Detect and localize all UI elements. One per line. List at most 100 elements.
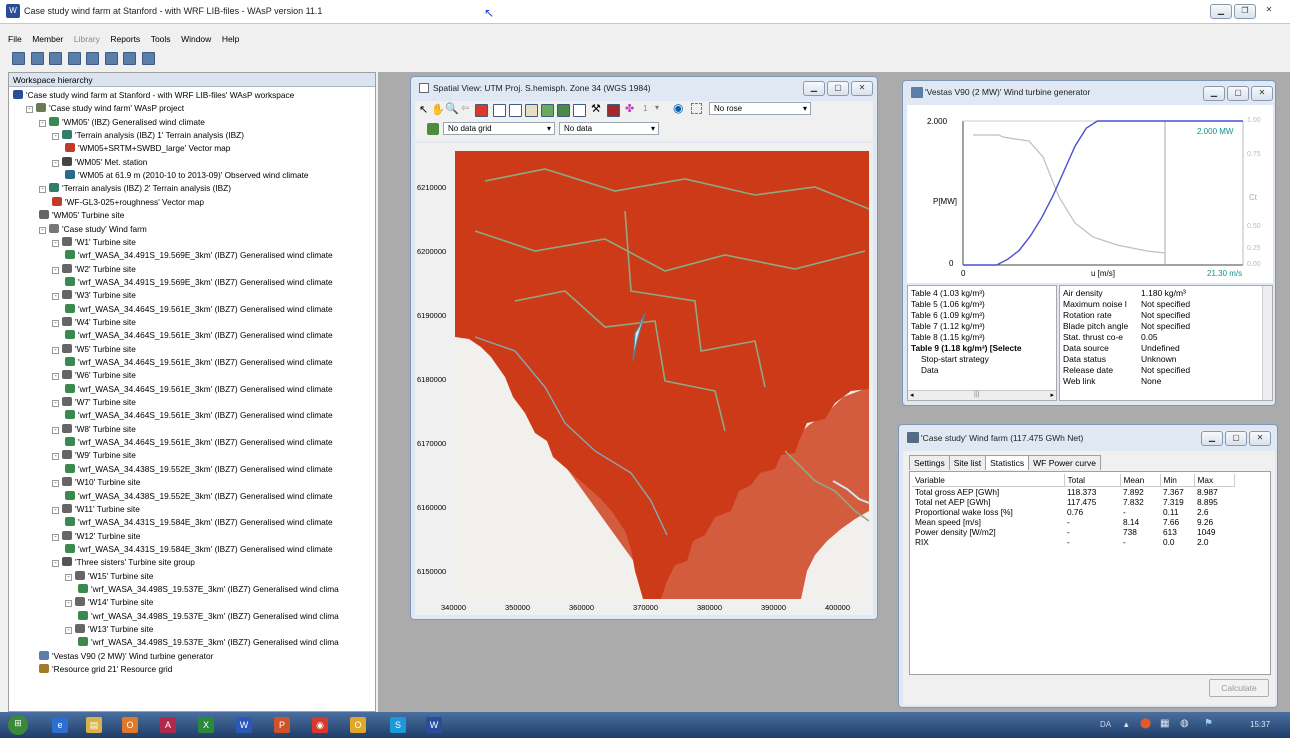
tree-node[interactable]: - 'WM05' Met. station bbox=[52, 156, 147, 168]
layer-7-icon[interactable] bbox=[607, 104, 620, 117]
power-table-item[interactable]: Stop-start strategy bbox=[911, 354, 1053, 365]
tree-expander-icon[interactable]: - bbox=[52, 506, 59, 514]
tree-expander-icon[interactable]: - bbox=[52, 533, 59, 541]
menu-window[interactable]: Window bbox=[181, 34, 211, 44]
tree-expander-icon[interactable]: - bbox=[52, 480, 59, 488]
property-row[interactable]: Stat. thrust co-e 0.05 bbox=[1060, 332, 1193, 343]
tree-node[interactable]: - 'W2' Turbine site bbox=[52, 263, 136, 275]
tree-node[interactable]: - 'W7' Turbine site bbox=[52, 397, 136, 408]
tree-node[interactable]: 'WM05 at 61.9 m (2010-10 to 2013-09)' Ob… bbox=[65, 170, 309, 181]
tree-expander-icon[interactable]: - bbox=[52, 400, 59, 408]
tree-expander-icon[interactable]: - bbox=[52, 319, 59, 327]
map-canvas[interactable] bbox=[455, 151, 870, 599]
onenote-icon[interactable]: O bbox=[350, 717, 366, 733]
property-row[interactable]: Data source Undefined bbox=[1060, 343, 1193, 354]
close-button[interactable]: ✕ bbox=[1258, 4, 1280, 19]
tree-expander-icon[interactable]: - bbox=[65, 573, 72, 581]
tree-node[interactable]: 'wrf_WASA_34.498S_19.537E_3km' (IBZ7) Ge… bbox=[78, 637, 339, 648]
tree-node[interactable]: - 'W14' Turbine site bbox=[65, 597, 153, 608]
layer-2-icon[interactable] bbox=[509, 104, 522, 117]
tree-node[interactable]: - 'Case study' Wind farm bbox=[39, 223, 147, 235]
tree-node[interactable]: 'WF-GL3-025+roughness' Vector map bbox=[52, 196, 204, 208]
calculate-button[interactable]: Calculate bbox=[1209, 679, 1269, 697]
tree-expander-icon[interactable]: - bbox=[65, 627, 72, 634]
tree-node[interactable]: 'wrf_WASA_34.464S_19.561E_3km' (IBZ7) Ge… bbox=[65, 330, 333, 341]
power-table-item[interactable]: Table 5 (1.06 kg/m³) bbox=[911, 299, 1053, 310]
tree-node[interactable]: 'wrf_WASA_34.498S_19.537E_3km' (IBZ7) Ge… bbox=[78, 583, 339, 595]
spatial-minimize-button[interactable]: ▁ bbox=[803, 81, 825, 96]
property-row[interactable]: Data status Unknown bbox=[1060, 354, 1193, 365]
property-row[interactable]: Blade pitch angle Not specified bbox=[1060, 321, 1193, 332]
zoom-icon[interactable]: 🔍 bbox=[445, 102, 459, 115]
menu-tools[interactable]: Tools bbox=[151, 34, 171, 44]
tree-expander-icon[interactable]: - bbox=[39, 226, 46, 234]
volume-icon[interactable]: ◍ bbox=[1180, 718, 1189, 729]
wtg-minimize-button[interactable]: ▁ bbox=[1203, 86, 1225, 101]
tab-statistics[interactable]: Statistics bbox=[985, 455, 1030, 470]
spatial-maximize-button[interactable]: ▢ bbox=[827, 81, 849, 96]
clock[interactable]: 15:37 bbox=[1250, 720, 1270, 729]
tray-arrow-icon[interactable]: ▴ bbox=[1124, 719, 1129, 730]
property-row[interactable]: Web link None bbox=[1060, 376, 1193, 387]
tree-node[interactable]: 'wrf_WASA_34.438S_19.552E_3km' (IBZ7) Ge… bbox=[65, 463, 333, 475]
layer-5-icon[interactable] bbox=[557, 104, 570, 117]
tree-node[interactable]: 'Resource grid 21' Resource grid bbox=[39, 664, 172, 675]
tree-node[interactable]: 'wrf_WASA_34.491S_19.569E_3km' (IBZ7) Ge… bbox=[65, 250, 333, 261]
wtg-maximize-button[interactable]: ▢ bbox=[1227, 86, 1249, 101]
tree-node[interactable]: - 'Terrain analysis (IBZ) 1' Terrain anal… bbox=[52, 130, 244, 141]
access-icon[interactable]: A bbox=[160, 717, 176, 733]
add-member-icon[interactable] bbox=[67, 52, 81, 65]
stats-column-header[interactable]: Max bbox=[1194, 474, 1235, 487]
start-button-icon[interactable]: ⊞ bbox=[8, 715, 28, 735]
tree-expander-icon[interactable]: - bbox=[39, 119, 46, 127]
spatial-view-window[interactable]: Spatial View: UTM Proj. S.hemisph. Zone … bbox=[410, 76, 878, 620]
power-table-item[interactable]: Table 7 (1.12 kg/m³) bbox=[911, 321, 1053, 332]
tree-node[interactable]: - 'W12' Turbine site bbox=[52, 530, 140, 542]
tree-node[interactable]: - 'Case study wind farm' WAsP project bbox=[26, 103, 184, 114]
stats-column-header[interactable]: Min bbox=[1160, 474, 1195, 487]
power-table-item[interactable]: Data bbox=[911, 365, 1053, 376]
save-icon[interactable] bbox=[49, 52, 63, 65]
network-icon[interactable]: ▦ bbox=[1160, 718, 1169, 729]
new-workspace-icon[interactable] bbox=[12, 52, 25, 65]
rose-select[interactable]: No rose ▾ bbox=[709, 102, 811, 115]
tree-expander-icon[interactable]: - bbox=[52, 373, 59, 381]
wf-maximize-button[interactable]: ▢ bbox=[1225, 431, 1247, 446]
properties-grid[interactable]: Air density 1.180 kg/m³ Maximum noise l Not… bbox=[1059, 285, 1273, 401]
tree-node[interactable]: 'wrf_WASA_34.438S_19.552E_3km' (IBZ7) Ge… bbox=[65, 490, 333, 502]
property-row[interactable]: Release date Not specified bbox=[1060, 365, 1193, 376]
tree-node[interactable]: - 'Terrain analysis (IBZ) 2' Terrain anal… bbox=[39, 183, 231, 194]
flag-icon[interactable]: ⚑ bbox=[1204, 718, 1213, 729]
tree-node[interactable]: - 'W9' Turbine site bbox=[52, 450, 136, 461]
panel-icon[interactable] bbox=[141, 52, 155, 65]
power-table-item[interactable]: Table 9 (1.18 kg/m³) [Selecte bbox=[911, 343, 1053, 354]
pointer-icon[interactable]: ↖ bbox=[419, 103, 428, 116]
menu-library[interactable]: Library bbox=[74, 34, 100, 44]
pan-icon[interactable]: ✋ bbox=[431, 103, 445, 116]
tree-node[interactable]: - 'W15' Turbine site bbox=[65, 570, 153, 582]
power-table-item[interactable]: Table 4 (1.03 kg/m³) bbox=[911, 288, 1053, 299]
zoom-extent-icon[interactable] bbox=[475, 104, 488, 117]
tree-expander-icon[interactable]: - bbox=[52, 453, 59, 461]
wtg-window[interactable]: 'Vestas V90 (2 MW)' Wind turbine generat… bbox=[902, 80, 1276, 406]
tree-node[interactable]: 'wrf_WASA_34.464S_19.561E_3km' (IBZ7) Ge… bbox=[65, 303, 333, 315]
tray-app-icon[interactable]: ⬤ bbox=[1140, 718, 1151, 729]
spatial-close-button[interactable]: ✕ bbox=[851, 81, 873, 96]
tab-wf-power-curve[interactable]: WF Power curve bbox=[1028, 455, 1101, 470]
tree-node[interactable]: - 'W4' Turbine site bbox=[52, 316, 136, 328]
wtg-close-button[interactable]: ✕ bbox=[1251, 86, 1273, 101]
rose-frame-icon[interactable] bbox=[691, 103, 702, 114]
wasp-taskbar-icon[interactable]: W bbox=[426, 717, 442, 733]
skype-icon[interactable]: S bbox=[390, 717, 406, 733]
stats-column-header[interactable]: Variable bbox=[912, 474, 1065, 487]
step-value[interactable]: 1 bbox=[643, 104, 647, 113]
tree-expander-icon[interactable]: - bbox=[52, 133, 59, 141]
menu-member[interactable]: Member bbox=[32, 34, 63, 44]
tab-site-list[interactable]: Site list bbox=[948, 455, 987, 470]
tree-node[interactable]: 'WM05+SRTM+SWBD_large' Vector map bbox=[65, 143, 230, 154]
tree-node[interactable]: 'wrf_WASA_34.498S_19.537E_3km' (IBZ7) Ge… bbox=[78, 610, 339, 622]
tree-node[interactable]: - 'W10' Turbine site bbox=[52, 477, 140, 488]
menu-file[interactable]: File bbox=[8, 34, 22, 44]
turbine-icon[interactable]: ⚒ bbox=[591, 102, 601, 115]
marker-icon[interactable]: ✤ bbox=[625, 102, 634, 115]
